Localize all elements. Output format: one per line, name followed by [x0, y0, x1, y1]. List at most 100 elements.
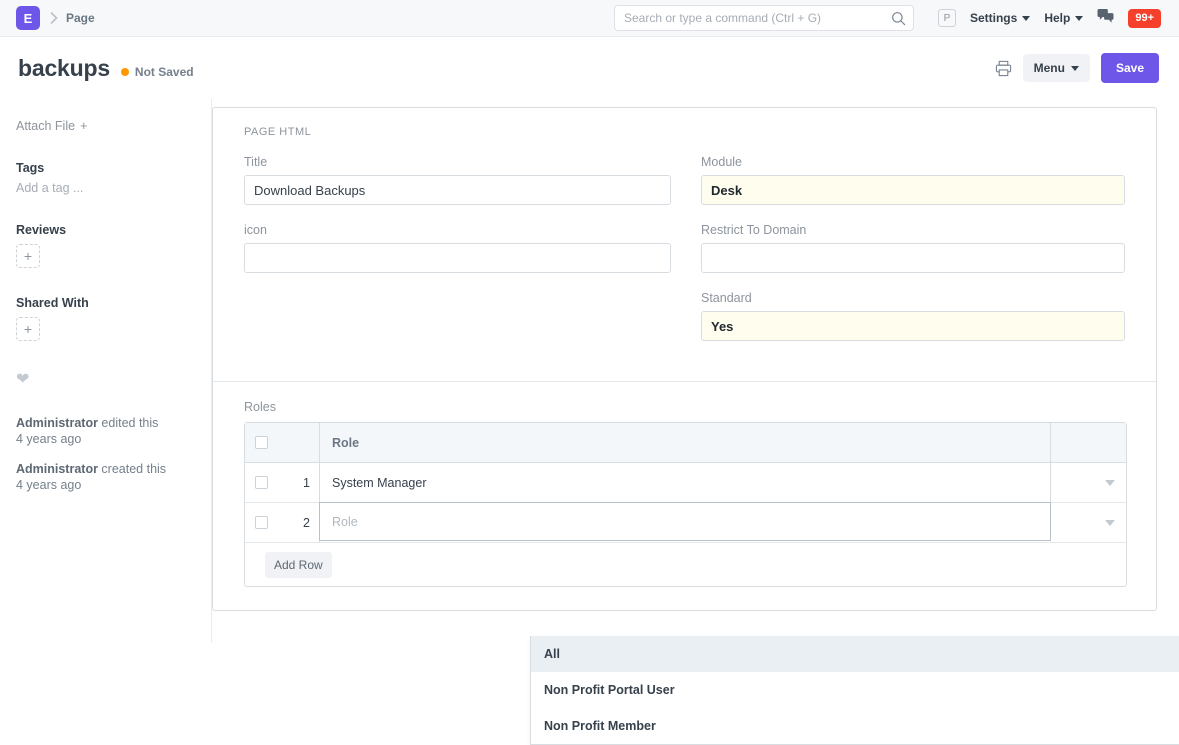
- status-label: Not Saved: [135, 65, 194, 79]
- roles-section: Roles Role 1 System Manager: [213, 382, 1156, 587]
- field-icon-label: icon: [244, 223, 671, 237]
- navbar-left: E Page: [0, 6, 95, 30]
- table-footer: Add Row: [245, 543, 1126, 586]
- tags-heading: Tags: [16, 161, 195, 175]
- field-restrict-to-domain-input[interactable]: [701, 243, 1125, 273]
- role-autocomplete-dropdown: All Non Profit Portal User Non Profit Me…: [530, 636, 1179, 745]
- page-header-actions: Menu Save: [995, 53, 1179, 83]
- activity-timestamp: 4 years ago: [16, 432, 195, 446]
- search-icon[interactable]: [891, 10, 907, 26]
- navbar-center: [614, 5, 914, 31]
- chevron-down-icon: [1075, 16, 1083, 21]
- comment-icon[interactable]: [1097, 8, 1114, 29]
- reviews-heading: Reviews: [16, 223, 195, 237]
- main-content: PAGE HTML Title icon Module: [212, 99, 1179, 643]
- roles-grid: Role 1 System Manager: [244, 422, 1127, 587]
- field-restrict-to-domain: Restrict To Domain: [701, 223, 1125, 273]
- activity-log: Administrator edited this 4 years ago Ad…: [16, 414, 195, 492]
- roles-label: Roles: [244, 400, 1125, 414]
- save-button[interactable]: Save: [1101, 53, 1159, 83]
- page-title: backups: [18, 55, 110, 82]
- select-all-cell[interactable]: [245, 423, 278, 462]
- status-dot-icon: [121, 68, 129, 76]
- row-index: 1: [278, 463, 320, 502]
- activity-user: Administrator: [16, 462, 98, 476]
- field-module-label: Module: [701, 155, 1125, 169]
- page-header: backups Not Saved Menu Save: [0, 37, 1179, 99]
- field-restrict-to-domain-label: Restrict To Domain: [701, 223, 1125, 237]
- dropdown-option-non-profit-member[interactable]: Non Profit Member: [531, 708, 1179, 744]
- search-input[interactable]: [614, 5, 914, 31]
- dropdown-option-non-profit-portal-user[interactable]: Non Profit Portal User: [531, 672, 1179, 708]
- plus-icon: +: [80, 119, 87, 133]
- field-title-label: Title: [244, 155, 671, 169]
- form-column-left: Title icon: [244, 155, 671, 359]
- field-standard-label: Standard: [701, 291, 1125, 305]
- field-standard: Standard: [701, 291, 1125, 341]
- app-logo[interactable]: E: [16, 6, 40, 30]
- role-header-cell: Role: [320, 423, 1051, 462]
- navbar-right: P Settings Help 99+: [914, 8, 1179, 29]
- form-column-right: Module Restrict To Domain Standard: [701, 155, 1125, 359]
- row-expand-cell[interactable]: [1051, 463, 1126, 502]
- add-shared-user-button[interactable]: +: [16, 317, 40, 341]
- activity-entry: Administrator edited this: [16, 414, 195, 432]
- add-row-button[interactable]: Add Row: [265, 552, 332, 578]
- table-row[interactable]: 1 System Manager: [245, 463, 1126, 503]
- dropdown-option-all[interactable]: All: [531, 636, 1179, 672]
- activity-action: created this: [98, 462, 166, 476]
- breadcrumb-page[interactable]: Page: [66, 11, 95, 25]
- notification-badge[interactable]: 99+: [1128, 9, 1161, 28]
- actions-header-cell: [1051, 423, 1126, 462]
- activity-entry: Administrator created this: [16, 460, 195, 478]
- row-select-cell[interactable]: [245, 503, 278, 542]
- row-checkbox[interactable]: [255, 476, 268, 489]
- field-module: Module: [701, 155, 1125, 205]
- avatar[interactable]: P: [938, 9, 956, 27]
- field-title: Title: [244, 155, 671, 205]
- field-module-input[interactable]: [701, 175, 1125, 205]
- search-wrap: [614, 5, 914, 31]
- page-html-section: PAGE HTML Title icon Module: [213, 108, 1156, 381]
- activity-timestamp: 4 years ago: [16, 478, 195, 492]
- attach-file-label: Attach File: [16, 119, 75, 133]
- form-card: PAGE HTML Title icon Module: [212, 107, 1157, 611]
- field-title-input[interactable]: [244, 175, 671, 205]
- settings-label: Settings: [970, 11, 1017, 25]
- row-expand-cell[interactable]: [1051, 503, 1126, 542]
- status-badge: Not Saved: [121, 65, 194, 79]
- row-checkbox[interactable]: [255, 516, 268, 529]
- row-select-cell[interactable]: [245, 463, 278, 502]
- top-navbar: E Page P Settings Help: [0, 0, 1179, 37]
- field-icon-input[interactable]: [244, 243, 671, 273]
- menu-label: Menu: [1034, 61, 1065, 75]
- row-index: 2: [278, 503, 320, 542]
- table-header-row: Role: [245, 423, 1126, 463]
- attach-file-button[interactable]: Attach File +: [16, 119, 195, 133]
- field-standard-input[interactable]: [701, 311, 1125, 341]
- add-review-button[interactable]: +: [16, 244, 40, 268]
- add-tag-input[interactable]: Add a tag ...: [16, 181, 195, 195]
- table-row[interactable]: 2 Role: [245, 503, 1126, 543]
- section-heading: PAGE HTML: [244, 126, 1125, 138]
- chevron-down-icon[interactable]: [1105, 520, 1115, 526]
- shared-with-heading: Shared With: [16, 296, 195, 310]
- activity-action: edited this: [98, 416, 158, 430]
- select-all-checkbox[interactable]: [255, 436, 268, 449]
- index-header-cell: [278, 423, 320, 462]
- chevron-down-icon: [1022, 16, 1030, 21]
- chevron-right-icon: [50, 12, 58, 24]
- menu-button[interactable]: Menu: [1023, 54, 1090, 82]
- field-icon: icon: [244, 223, 671, 273]
- heart-icon[interactable]: ❤: [16, 369, 195, 389]
- printer-icon[interactable]: [995, 60, 1012, 77]
- chevron-down-icon[interactable]: [1105, 480, 1115, 486]
- help-label: Help: [1044, 11, 1070, 25]
- row-role-input[interactable]: Role: [319, 502, 1051, 541]
- activity-user: Administrator: [16, 416, 98, 430]
- form-grid: Title icon Module Restrict To Domain: [244, 155, 1125, 359]
- chevron-down-icon: [1071, 66, 1079, 71]
- help-menu[interactable]: Help: [1044, 11, 1083, 25]
- settings-menu[interactable]: Settings: [970, 11, 1030, 25]
- row-role-value[interactable]: System Manager: [320, 463, 1051, 502]
